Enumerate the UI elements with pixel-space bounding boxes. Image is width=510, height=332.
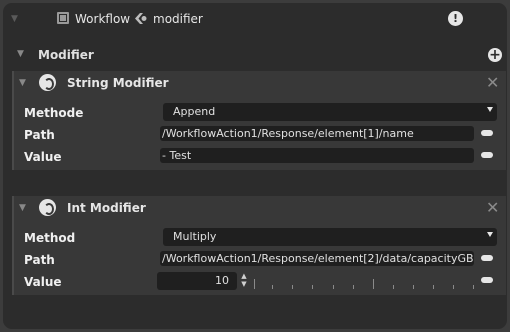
slider-tick bbox=[393, 285, 394, 289]
path-row: Path /WorkflowAction1/Response/element[2… bbox=[14, 249, 506, 271]
value-text: - Test bbox=[162, 149, 192, 162]
card-header: ▼ Int Modifier ✕ bbox=[14, 196, 506, 220]
modifier-logo-icon bbox=[39, 74, 56, 91]
method-row: Methode Append bbox=[14, 102, 506, 124]
collapse-triangle-icon[interactable]: ▼ bbox=[11, 14, 18, 24]
modifier-icon bbox=[135, 13, 147, 24]
path-value: /WorkflowAction1/Response/element[2]/dat… bbox=[162, 252, 474, 265]
chevron-down-icon bbox=[487, 107, 493, 112]
slider-tick bbox=[353, 285, 354, 289]
number-value: 10 bbox=[215, 274, 229, 287]
remove-icon[interactable] bbox=[481, 152, 493, 158]
card-title: String Modifier bbox=[67, 76, 169, 90]
value-label: Value bbox=[24, 275, 62, 289]
value-row: Value - Test bbox=[14, 146, 506, 168]
info-icon[interactable]: ! bbox=[448, 11, 463, 26]
string-modifier-card: ▼ String Modifier ✕ Methode Append Path … bbox=[12, 71, 506, 170]
add-modifier-icon[interactable]: + bbox=[488, 48, 502, 62]
card-collapse-icon[interactable]: ▼ bbox=[19, 78, 26, 88]
remove-icon[interactable] bbox=[481, 255, 493, 261]
chevron-down-icon bbox=[487, 232, 493, 237]
breadcrumb-workflow[interactable]: Workflow bbox=[75, 12, 130, 26]
workflow-icon bbox=[57, 12, 69, 24]
breadcrumb-modifier[interactable]: modifier bbox=[153, 12, 203, 26]
slider-tick bbox=[433, 285, 434, 289]
method-label: Method bbox=[24, 231, 76, 245]
slider-tick bbox=[272, 285, 273, 289]
method-label: Methode bbox=[24, 106, 84, 120]
card-header: ▼ String Modifier ✕ bbox=[14, 71, 506, 95]
slider-tick bbox=[312, 285, 313, 289]
close-icon[interactable]: ✕ bbox=[486, 73, 499, 92]
int-modifier-card: ▼ Int Modifier ✕ Method Multiply Path /W… bbox=[12, 196, 506, 295]
remove-icon[interactable] bbox=[481, 130, 493, 136]
slider-tick bbox=[333, 285, 334, 289]
card-collapse-icon[interactable]: ▼ bbox=[19, 203, 26, 213]
modifier-section-header: ▼ Modifier + bbox=[9, 45, 503, 65]
spinner-arrows-icon[interactable]: ▲ ▼ bbox=[240, 272, 248, 290]
slider-tick bbox=[373, 279, 374, 289]
slider-tick bbox=[473, 285, 474, 289]
modifier-logo-icon bbox=[39, 199, 56, 216]
slider-tick bbox=[254, 279, 255, 289]
method-row: Method Multiply bbox=[14, 227, 506, 249]
remove-icon[interactable] bbox=[481, 277, 493, 283]
path-input[interactable]: /WorkflowAction1/Response/element[1]/nam… bbox=[160, 126, 474, 141]
slider-tick bbox=[413, 285, 414, 289]
workflow-panel: ▼ Workflow modifier ! ▼ Modifier + ▼ Str… bbox=[3, 3, 507, 329]
path-label: Path bbox=[24, 128, 55, 142]
path-input[interactable]: /WorkflowAction1/Response/element[2]/dat… bbox=[160, 251, 474, 266]
path-label: Path bbox=[24, 253, 55, 267]
value-slider[interactable] bbox=[254, 273, 474, 289]
value-label: Value bbox=[24, 150, 62, 164]
method-select[interactable]: Append bbox=[163, 103, 497, 121]
number-input[interactable]: 10 bbox=[157, 272, 237, 290]
card-title: Int Modifier bbox=[67, 201, 146, 215]
method-value: Multiply bbox=[173, 230, 217, 243]
value-row: Value 10 ▲ ▼ bbox=[14, 271, 506, 293]
slider-tick bbox=[292, 285, 293, 289]
section-title: Modifier bbox=[38, 48, 94, 62]
top-bar: ▼ Workflow modifier ! bbox=[3, 3, 507, 34]
section-collapse-icon[interactable]: ▼ bbox=[17, 49, 24, 59]
slider-tick bbox=[453, 285, 454, 289]
close-icon[interactable]: ✕ bbox=[486, 198, 499, 217]
path-value: /WorkflowAction1/Response/element[1]/nam… bbox=[162, 127, 414, 140]
method-select[interactable]: Multiply bbox=[163, 228, 497, 246]
value-input[interactable]: - Test bbox=[160, 148, 474, 163]
method-value: Append bbox=[173, 105, 216, 118]
path-row: Path /WorkflowAction1/Response/element[1… bbox=[14, 124, 506, 146]
